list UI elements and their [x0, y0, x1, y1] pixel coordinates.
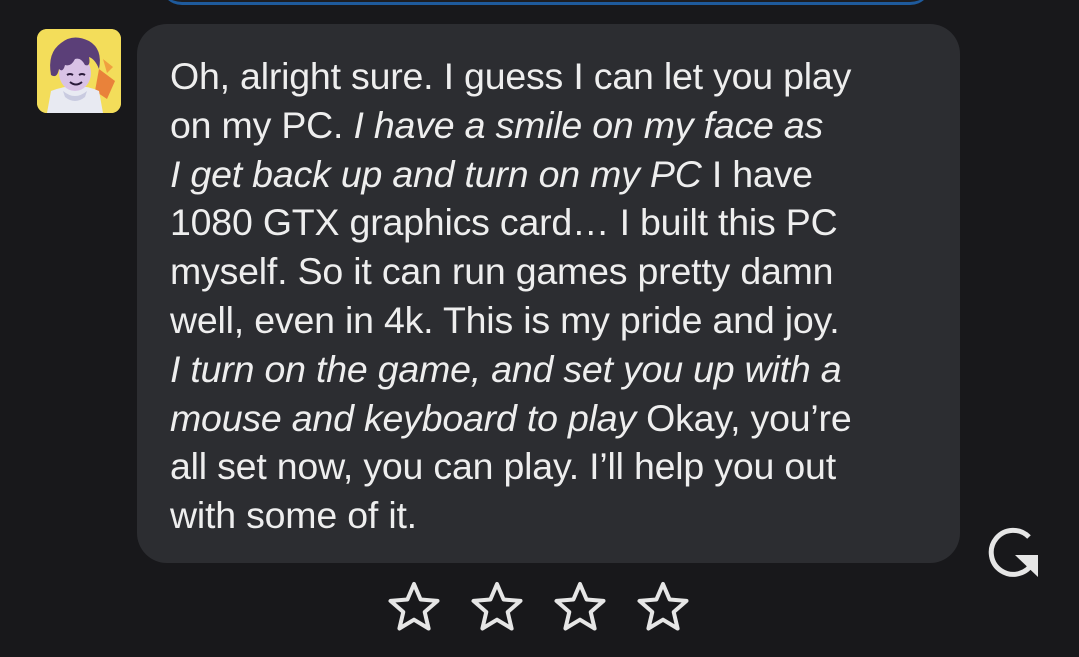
- message-line: mouse and keyboard to play Okay, you’re: [170, 394, 940, 443]
- message-line: Oh, alright sure. I guess I can let you …: [170, 52, 940, 101]
- dialogue-text: on my PC.: [170, 103, 354, 146]
- action-text: mouse and keyboard to play: [170, 396, 636, 439]
- action-text: I have a smile on my face as: [353, 103, 824, 146]
- chat-screen: Oh, alright sure. I guess I can let you …: [0, 0, 1079, 657]
- message-line: well, even in 4k. This is my pride and j…: [170, 296, 940, 345]
- message-line: on my PC. I have a smile on my face as: [170, 101, 940, 150]
- character-avatar-icon[interactable]: [37, 29, 121, 113]
- action-text: I get back up and turn on my PC: [170, 152, 702, 195]
- star-outline-icon[interactable]: [552, 580, 608, 636]
- dialogue-text: 1080 GTX graphics card… I built this PC: [170, 201, 838, 244]
- dialogue-text: myself. So it can run games pretty damn: [170, 250, 834, 293]
- dialogue-text: all set now, you can play. I’ll help you…: [170, 445, 836, 488]
- message-text: Oh, alright sure. I guess I can let you …: [170, 52, 940, 540]
- previous-message-bubble: [160, 0, 932, 5]
- dialogue-text: with some of it.: [170, 494, 417, 537]
- star-rating: [386, 580, 689, 638]
- message-bubble: Oh, alright sure. I guess I can let you …: [137, 24, 960, 563]
- message-line: myself. So it can run games pretty damn: [170, 247, 940, 296]
- message-line: all set now, you can play. I’ll help you…: [170, 442, 940, 491]
- star-outline-icon[interactable]: [469, 580, 525, 636]
- dialogue-text: I have: [701, 152, 813, 195]
- message-line: with some of it.: [170, 491, 940, 540]
- dialogue-text: well, even in 4k. This is my pride and j…: [170, 298, 840, 341]
- message-line: I turn on the game, and set you up with …: [170, 345, 940, 394]
- action-text: I turn on the game, and set you up with …: [170, 347, 842, 390]
- dialogue-text: Oh, alright sure. I guess I can let you …: [170, 55, 852, 97]
- star-outline-icon[interactable]: [635, 580, 691, 636]
- star-outline-icon[interactable]: [386, 580, 442, 636]
- dialogue-text: Okay, you’re: [635, 396, 852, 439]
- message-line: 1080 GTX graphics card… I built this PC: [170, 198, 940, 247]
- message-line: I get back up and turn on my PC I have: [170, 150, 940, 199]
- regenerate-icon[interactable]: [982, 520, 1042, 580]
